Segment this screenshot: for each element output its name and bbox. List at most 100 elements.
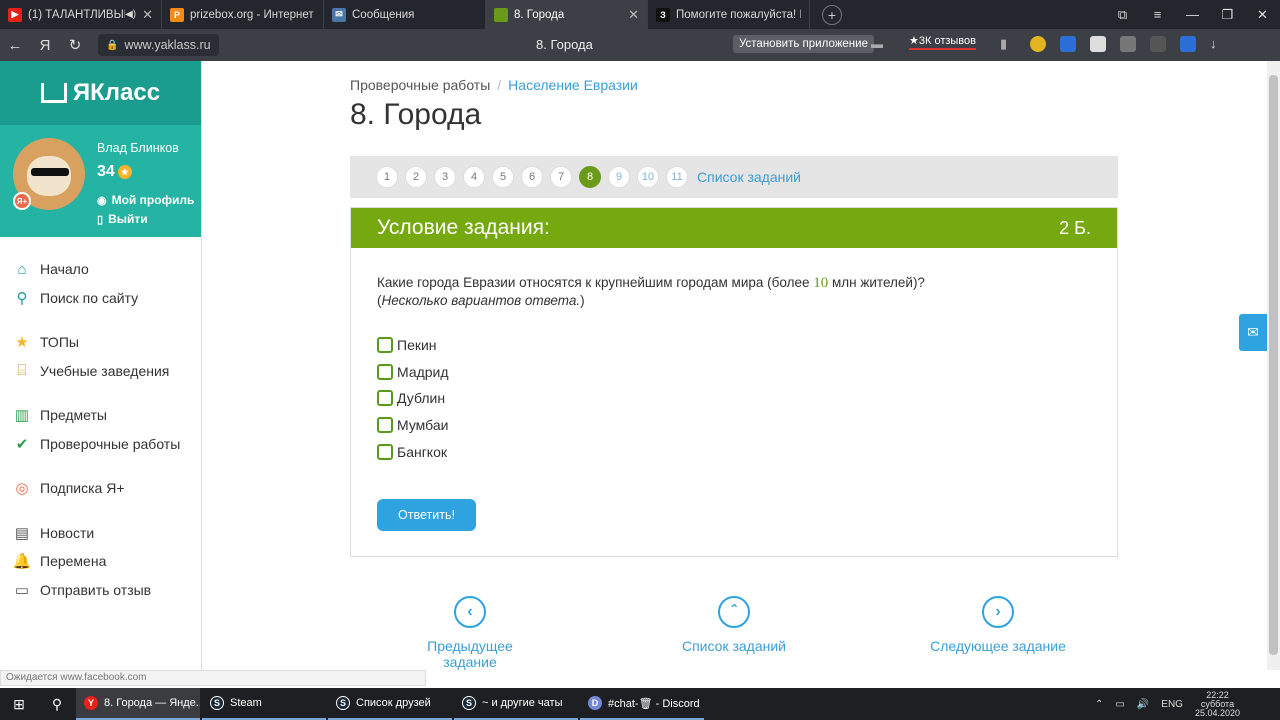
page-number[interactable]: 1 (376, 166, 398, 188)
subscription-icon: ◎ (15, 480, 29, 498)
page-number[interactable]: 11 (666, 166, 688, 188)
sidebar-item-break[interactable]: 🔔 Перемена (0, 547, 201, 576)
extension-icon[interactable] (1060, 36, 1076, 52)
question-text: Какие города Евразии относятся к крупней… (377, 275, 925, 308)
sidebar-item-subjects[interactable]: ▥ Предметы (0, 401, 201, 430)
new-tab-icon[interactable]: + (822, 4, 842, 25)
minimize-icon[interactable]: — (1175, 7, 1210, 22)
answer-option[interactable]: Бангкок (377, 444, 447, 460)
extensions-bar: ▮ ↓ (1000, 36, 1226, 52)
answer-option[interactable]: Мумбаи (377, 417, 448, 433)
user-circle-icon: ◉ (97, 194, 107, 207)
chevron-up-icon[interactable]: ⌃ (1095, 699, 1103, 710)
page-number[interactable]: 10 (637, 166, 659, 188)
home-icon: ⌂ (17, 260, 27, 278)
windows-start-icon[interactable]: ⊞ (0, 696, 38, 713)
bookmark-icon[interactable]: ▮ (1000, 36, 1016, 52)
checkbox[interactable] (377, 417, 393, 433)
sidebar-item-home[interactable]: ⌂ Начало (0, 255, 201, 284)
checkbox[interactable] (377, 390, 393, 406)
submit-answer-button[interactable]: Ответить! (377, 499, 476, 531)
breadcrumb-root[interactable]: Проверочные работы (350, 77, 490, 93)
menu-icon[interactable]: ≡ (1140, 7, 1175, 22)
mute-icon[interactable]: ◀) (125, 9, 136, 20)
browser-tab[interactable]: Pprizebox.org - Интернет м (162, 0, 324, 29)
next-task-button[interactable]: › Следующее задание (930, 596, 1066, 654)
answer-option[interactable]: Мадрид (377, 364, 449, 380)
extension-icon[interactable] (1090, 36, 1106, 52)
sidebar-item-subscription[interactable]: ◎ Подписка Я+ (0, 474, 201, 503)
sidebar: ЯКласс Я+ Влад Блинков 34 ★ ◉ Мой профиль … (0, 61, 202, 670)
sidebar-item-tops[interactable]: ★ ТОПы (0, 328, 201, 357)
sidebar-item-feedback[interactable]: ▭ Отправить отзыв (0, 576, 201, 605)
logout-icon: ▯ (97, 213, 104, 226)
language-indicator[interactable]: ENG (1161, 699, 1183, 710)
task-list-button[interactable]: ˆ Список заданий (672, 596, 796, 654)
brand-logo[interactable]: ЯКласс (0, 61, 201, 125)
checkbox[interactable] (377, 364, 393, 380)
checkbox[interactable] (377, 337, 393, 353)
answer-option[interactable]: Пекин (377, 337, 437, 353)
task-list-link[interactable]: Список заданий (697, 169, 801, 185)
page-number[interactable]: 4 (463, 166, 485, 188)
tabs-list-icon[interactable]: ⧉ (1105, 7, 1140, 23)
volume-icon[interactable]: 🔊 (1137, 699, 1149, 710)
yandex-icon[interactable]: Я (30, 37, 60, 54)
taskbar-item[interactable]: S ~ и другие чаты (454, 688, 578, 720)
close-window-icon[interactable]: ✕ (1245, 7, 1280, 23)
page-number[interactable]: 2 (405, 166, 427, 188)
taskbar-item[interactable]: Y 8. Города — Янде... (76, 688, 200, 720)
maximize-icon[interactable]: ❐ (1210, 7, 1245, 23)
browser-tab[interactable]: ✉ Сообщения (324, 0, 486, 29)
breadcrumb-current[interactable]: Население Евразии (508, 77, 638, 93)
star-icon: ★ (15, 334, 29, 352)
yandex-browser-icon: Y (84, 696, 98, 710)
back-icon[interactable]: ← (0, 37, 30, 54)
search-icon[interactable]: ⚲ (38, 696, 76, 713)
reload-icon[interactable]: ↻ (60, 36, 90, 54)
my-profile-link[interactable]: ◉ Мой профиль (97, 193, 194, 207)
extension-icon[interactable] (1180, 36, 1196, 52)
chat-icon[interactable]: ▬ (871, 37, 883, 51)
extension-icon[interactable] (1120, 36, 1136, 52)
sidebar-item-schools[interactable]: ⌸ Учебные заведения (0, 357, 201, 386)
sidebar-item-tests[interactable]: ✔ Проверочные работы (0, 430, 201, 459)
close-icon[interactable]: ✕ (142, 7, 153, 23)
mail-icon[interactable]: ✉ (1239, 314, 1267, 351)
news-icon: ▤ (14, 524, 30, 542)
browser-tab[interactable]: ▶(1) ТАЛАНТЛИВЫЕ /◀)✕ (0, 0, 162, 29)
clock[interactable]: 22:22 суббота 25.04.2020 (1195, 690, 1240, 718)
lock-icon: 🔒 (106, 39, 119, 51)
page-number[interactable]: 7 (550, 166, 572, 188)
taskbar-item[interactable]: S Steam (202, 688, 326, 720)
taskbar-item[interactable]: D #chat-🗑 - Discord (580, 688, 704, 720)
question-hint: Несколько вариантов ответа. (381, 293, 581, 308)
user-name[interactable]: Влад Блинков (97, 141, 179, 155)
extension-icon[interactable] (1150, 36, 1166, 52)
install-app-button[interactable]: Установить приложение (733, 35, 874, 53)
taskbar-item[interactable]: S Список друзей (328, 688, 452, 720)
page-number[interactable]: 6 (521, 166, 543, 188)
network-icon[interactable]: ▭ (1115, 699, 1124, 710)
logout-link[interactable]: ▯ Выйти (97, 212, 148, 226)
sidebar-item-search[interactable]: ⚲ Поиск по сайту (0, 284, 201, 313)
url-field[interactable]: 🔒 www.yaklass.ru (98, 34, 219, 56)
prev-task-button[interactable]: ‹ Предыдущее задание (402, 596, 538, 670)
task-pager: 1 2 3 4 5 6 7 8 9 10 11 Список заданий (350, 156, 1118, 198)
checkbox[interactable] (377, 444, 393, 460)
answer-option[interactable]: Дублин (377, 390, 445, 406)
task-header-title: Условие задания: (377, 216, 550, 239)
close-icon[interactable]: ✕ (628, 7, 639, 23)
books-icon: ▥ (14, 407, 30, 425)
reviews-badge[interactable]: ★3К отзывов (909, 34, 976, 50)
page-number[interactable]: 3 (434, 166, 456, 188)
extension-icon[interactable] (1030, 36, 1046, 52)
page-number[interactable]: 5 (492, 166, 514, 188)
page-number-active[interactable]: 8 (579, 166, 601, 188)
browser-tab-active[interactable]: 8. Города ✕ (486, 0, 648, 29)
page-number[interactable]: 9 (608, 166, 630, 188)
browser-tab[interactable]: З Помогите пожалуйста! Бе (648, 0, 810, 29)
scrollbar[interactable] (1267, 61, 1280, 670)
sidebar-item-news[interactable]: ▤ Новости (0, 519, 201, 548)
downloads-icon[interactable]: ↓ (1210, 36, 1226, 52)
